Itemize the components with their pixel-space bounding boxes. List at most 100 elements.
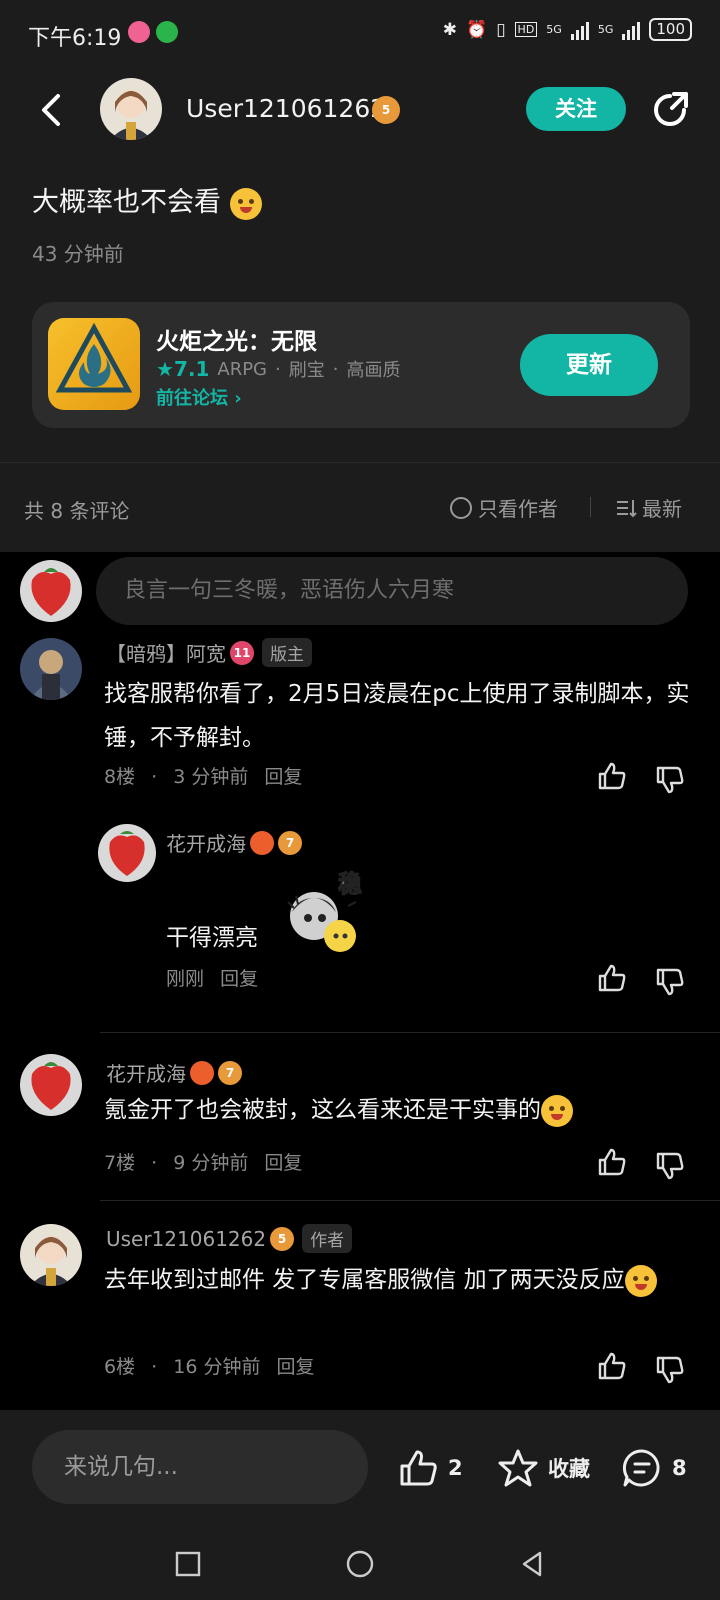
comment-time: 16 分钟前: [173, 1356, 261, 1378]
commenter-avatar[interactable]: [20, 638, 82, 700]
update-button[interactable]: 更新: [520, 334, 658, 396]
home-icon[interactable]: [344, 1548, 376, 1580]
game-genre: ARPG: [217, 358, 267, 380]
level-badge: 7: [278, 830, 302, 855]
dot-separator: ·: [275, 358, 281, 380]
follow-button[interactable]: 关注: [526, 87, 626, 131]
comment-meta: 6楼 · 16 分钟前 回复: [104, 1352, 325, 1379]
game-rating: ★7.1: [156, 357, 210, 381]
only-author-label: 只看作者: [478, 497, 558, 521]
comment-body-text: 氪金开了也会被封，这么看来还是干实事的: [104, 1097, 541, 1123]
star-icon: [498, 1449, 538, 1487]
comment-item: User121061262 5 作者 去年收到过邮件 发了专属客服微信 加了两天…: [0, 1220, 720, 1400]
bluetooth-icon: ✱: [442, 19, 458, 40]
battery-icon: 100: [649, 18, 692, 41]
comment-floor: 7楼: [104, 1152, 136, 1174]
reply-button[interactable]: 回复: [264, 766, 302, 788]
like-count: 2: [448, 1456, 463, 1480]
system-nav-bar: [0, 1528, 720, 1600]
reply-button[interactable]: 回复: [220, 968, 258, 990]
comments-button[interactable]: 8: [620, 1446, 687, 1490]
signal-icon: [570, 20, 589, 40]
game-tag-1: 刷宝: [288, 360, 325, 381]
back-arrow-icon[interactable]: [34, 90, 70, 130]
reply-meta: 刚刚 回复: [166, 964, 268, 991]
reply-button[interactable]: 回复: [264, 1152, 302, 1174]
thumbs-up-icon: [400, 1450, 437, 1486]
hd-icon: HD: [514, 22, 538, 37]
status-app-icons: [128, 21, 178, 43]
game-rating-value: 7.1: [173, 357, 210, 381]
game-meta: ★7.1 ARPG · 刷宝 · 高画质: [156, 356, 400, 382]
reply-button[interactable]: 回复: [277, 1356, 315, 1378]
comment-body: 找客服帮你看了，2月5日凌晨在pc上使用了录制脚本，实锤，不予解封。: [104, 681, 690, 751]
like-button[interactable]: 2: [396, 1446, 463, 1490]
smile-emoji-icon: [229, 187, 262, 220]
game-logo-icon: [48, 318, 140, 410]
sort-icon: [617, 499, 637, 517]
post-time: 43 分钟前: [32, 242, 124, 266]
sort-toggle[interactable]: 最新: [614, 493, 682, 522]
comment-body-text: 去年收到过邮件 发了专属客服微信 加了两天没反应: [104, 1267, 625, 1293]
post-content: 大概率也不会看 43 分钟前 火炬之光：无限 ★7.1 ARPG · 刷宝 · …: [0, 156, 720, 462]
dislike-icon[interactable]: [654, 966, 686, 998]
favorite-button[interactable]: 收藏: [496, 1446, 590, 1490]
game-tag-2: 高画质: [346, 360, 401, 381]
gamepad-badge-icon: [250, 830, 274, 855]
commenter-name[interactable]: 【暗鸦】阿宽 11 版主: [106, 638, 312, 667]
commenter-avatar[interactable]: [20, 1224, 82, 1286]
like-icon[interactable]: [596, 1146, 628, 1178]
reply-body: 干得漂亮: [166, 925, 258, 951]
recent-apps-icon[interactable]: [172, 1548, 204, 1580]
gamepad-badge-icon: [190, 1060, 214, 1085]
only-author-toggle[interactable]: 只看作者: [450, 493, 558, 522]
comment-divider: [100, 1032, 720, 1033]
radio-circle-icon: [450, 496, 472, 519]
status-bar: 下午6:19 ✱ ⏰ ▯ HD 5G 5G 100: [0, 0, 720, 64]
dot-separator: ·: [151, 1152, 158, 1174]
signal-5g-label-1: 5G: [546, 23, 562, 36]
commenter-name-text: User121061262: [106, 1226, 267, 1251]
back-triangle-icon[interactable]: [516, 1548, 548, 1580]
comment-time: 9 分钟前: [173, 1152, 249, 1174]
replier-name[interactable]: 花开成海 7: [166, 828, 302, 857]
game-card[interactable]: 火炬之光：无限 ★7.1 ARPG · 刷宝 · 高画质 前往论坛 › 更新: [32, 302, 690, 428]
commenter-name[interactable]: 花开成海 7: [106, 1058, 242, 1087]
status-time: 下午6:19: [28, 26, 122, 51]
like-icon[interactable]: [596, 760, 628, 792]
comment-meta: 8楼 · 3 分钟前 回复: [104, 762, 312, 789]
comment-input[interactable]: 良言一句三冬暖，恶语伤人六月寒: [96, 557, 688, 625]
comment-total: 8: [672, 1456, 687, 1480]
bottom-action-bar: 来说几句... 2 收藏 8: [0, 1410, 720, 1528]
commenter-name[interactable]: User121061262 5 作者: [106, 1224, 353, 1253]
commenter-avatar[interactable]: [20, 1054, 82, 1116]
dislike-icon[interactable]: [654, 764, 686, 796]
level-badge: 5: [270, 1226, 295, 1251]
sticker-text: 稳: [338, 870, 362, 898]
reply-input[interactable]: 来说几句...: [32, 1430, 368, 1504]
dislike-icon[interactable]: [654, 1354, 686, 1386]
dot-separator: ·: [151, 1356, 158, 1378]
post-text: 大概率也不会看: [32, 180, 262, 220]
comment-bubble-icon: [622, 1449, 660, 1487]
dislike-icon[interactable]: [654, 1150, 686, 1182]
forum-link[interactable]: 前往论坛 ›: [156, 384, 242, 410]
moderator-tag: 版主: [262, 638, 312, 667]
like-icon[interactable]: [596, 962, 628, 994]
like-icon[interactable]: [596, 1350, 628, 1382]
level-badge: 7: [218, 1060, 242, 1085]
level-badge: 11: [230, 640, 254, 665]
replier-avatar[interactable]: [98, 824, 156, 882]
comment-floor: 6楼: [104, 1356, 136, 1378]
author-username[interactable]: User121061262: [186, 94, 386, 123]
reply-time: 刚刚: [166, 968, 205, 990]
vibrate-icon: ▯: [496, 19, 506, 40]
share-icon[interactable]: [648, 88, 692, 132]
separator: [590, 497, 591, 517]
comment-body: 去年收到过邮件 发了专属客服微信 加了两天没反应: [104, 1258, 694, 1302]
replier-name-text: 花开成海: [166, 832, 246, 856]
author-avatar[interactable]: [100, 78, 162, 140]
status-indicators: ✱ ⏰ ▯ HD 5G 5G 100: [443, 18, 692, 41]
bilibili-icon: [128, 21, 150, 43]
post-header: User121061262 5 关注: [0, 64, 720, 156]
